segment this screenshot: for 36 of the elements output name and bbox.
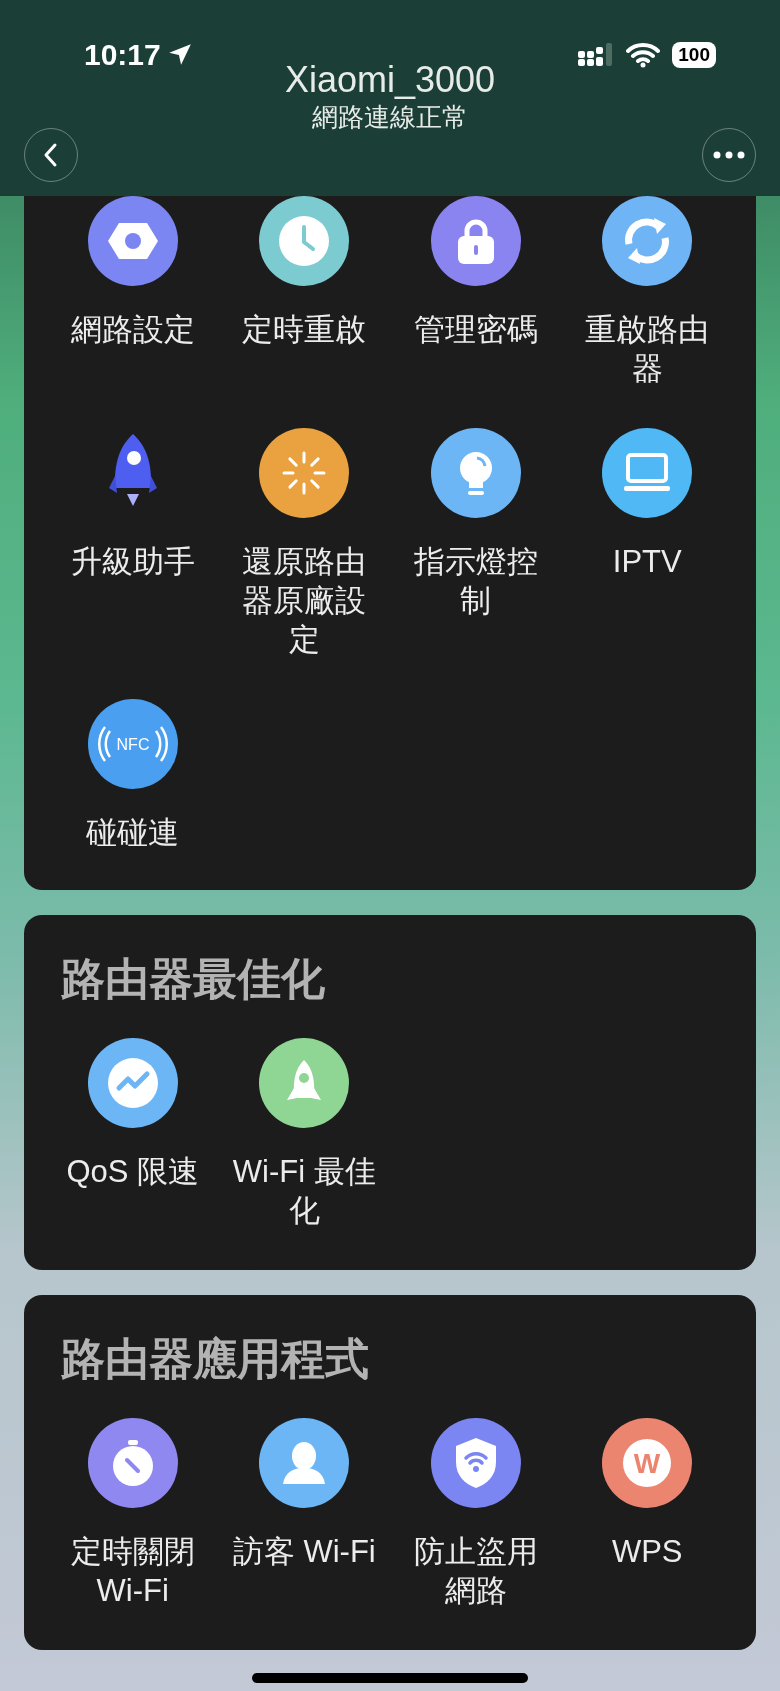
shield-icon[interactable] <box>430 1418 521 1508</box>
feature-label[interactable]: 防止盜用 網路 <box>413 1532 538 1610</box>
feature-label[interactable]: WPS <box>611 1532 683 1571</box>
feature-label[interactable]: Wi-Fi 最佳 化 <box>232 1152 376 1230</box>
light-bulb-icon[interactable] <box>430 428 521 518</box>
feature-label[interactable]: 訪客 Wi-Fi <box>232 1532 376 1571</box>
section-title: 路由器應用程式 <box>60 1333 370 1385</box>
spinner-icon[interactable] <box>259 428 350 518</box>
feature-label[interactable]: 升級助手 <box>70 542 195 581</box>
feature-label[interactable]: 定時重啟 <box>242 310 367 349</box>
feature-label[interactable]: 定時關閉 Wi-Fi <box>70 1532 195 1610</box>
refresh-icon[interactable] <box>602 196 693 286</box>
more-icon <box>713 151 745 159</box>
feature-label[interactable]: 還原路由 器原廠設 定 <box>242 542 367 659</box>
status-time: 10:17 <box>84 38 161 72</box>
person-icon[interactable] <box>259 1418 350 1508</box>
rocket-icon[interactable] <box>259 1038 350 1128</box>
battery-level: 100 <box>672 42 716 68</box>
monitor-icon[interactable] <box>602 428 693 518</box>
feature-label[interactable]: 重啟路由 器 <box>585 310 710 388</box>
wifi-icon <box>626 42 661 68</box>
stopwatch-icon[interactable] <box>87 1418 178 1508</box>
feature-label[interactable]: QoS 限速 <box>66 1152 200 1191</box>
feature-label[interactable]: IPTV <box>612 542 682 581</box>
lock-icon[interactable] <box>430 196 521 286</box>
chart-icon[interactable] <box>87 1038 178 1128</box>
feature-label[interactable]: 指示燈控 制 <box>413 542 538 620</box>
section-title: 路由器最佳化 <box>60 953 326 1005</box>
router-name: Xiaomi_3000 <box>284 58 496 100</box>
settings-icon[interactable] <box>87 196 178 286</box>
feature-label[interactable]: 網路設定 <box>70 310 195 349</box>
feature-label[interactable]: 碰碰連 <box>86 813 180 852</box>
clock-icon[interactable] <box>259 196 350 286</box>
signal-icon <box>578 43 615 67</box>
connection-status: 網路連線正常 <box>311 101 469 134</box>
feature-label[interactable]: 管理密碼 <box>413 310 538 349</box>
